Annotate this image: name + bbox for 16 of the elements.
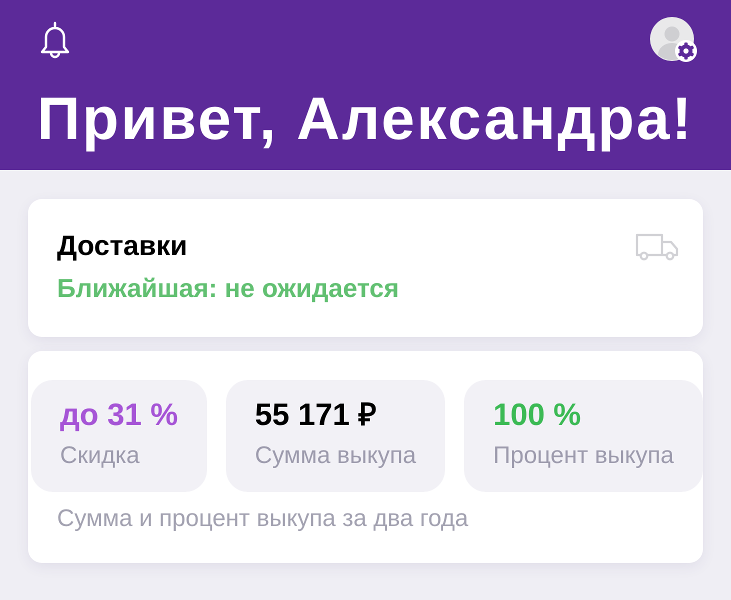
stat-tile[interactable]: до 31 % Скидка — [31, 380, 207, 492]
deliveries-title: Доставки — [57, 230, 188, 262]
stat-value: 55 171 ₽ — [254, 397, 376, 433]
deliveries-card[interactable]: Доставки Ближайшая: не ожидается — [28, 199, 703, 337]
profile-settings-button[interactable] — [650, 16, 698, 62]
stat-label: Скидка — [60, 441, 140, 471]
stat-value: 100 % — [493, 397, 581, 433]
stat-label: Процент выкупа — [493, 441, 674, 471]
delivery-status: Ближайшая: не ожидается — [57, 273, 400, 303]
avatar-icon — [650, 16, 698, 62]
stat-label: Сумма выкупа — [254, 441, 416, 471]
stat-tile[interactable]: 55 171 ₽ Сумма выкупа — [226, 380, 446, 492]
stat-value: до 31 % — [60, 397, 178, 433]
stats-caption: Сумма и процент выкупа за два года — [57, 504, 468, 534]
truck-icon — [635, 233, 679, 261]
greeting-title: Привет, Александра! — [37, 89, 694, 149]
